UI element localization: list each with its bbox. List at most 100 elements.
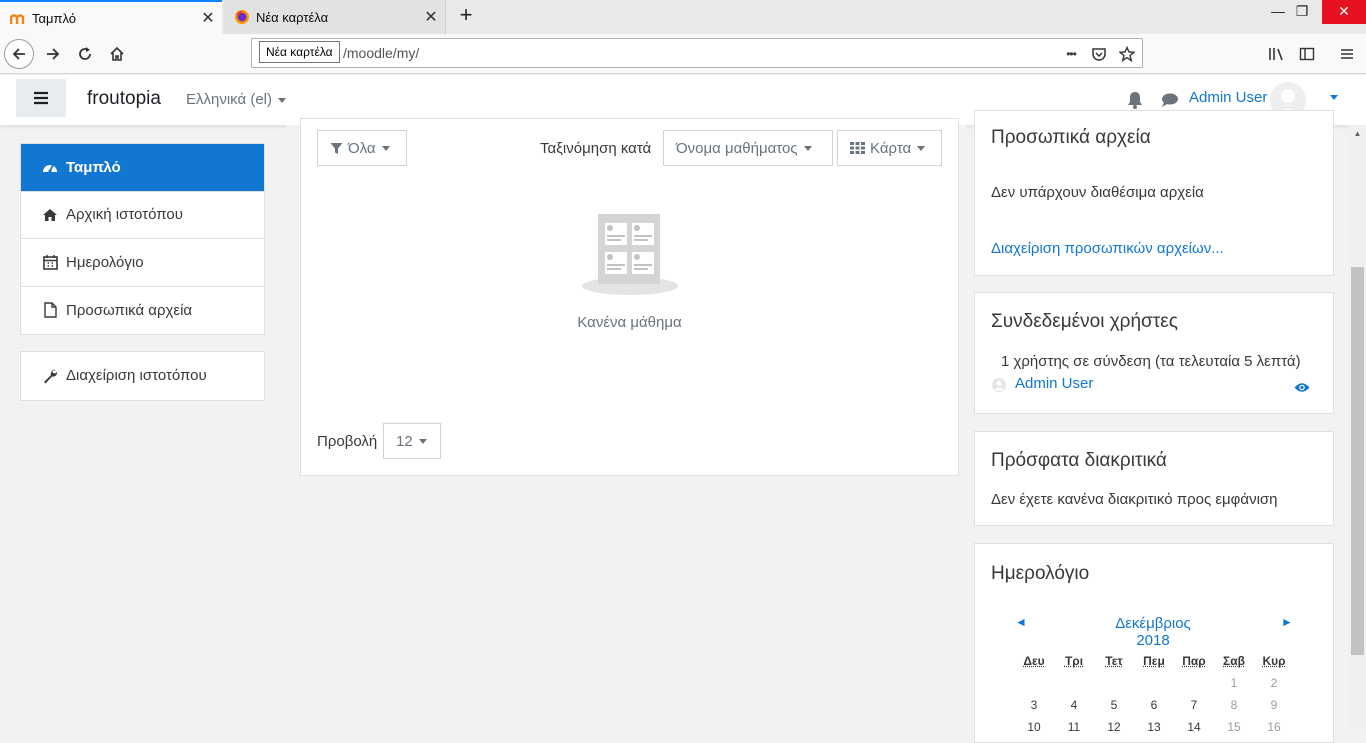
weekday: Τετ xyxy=(1105,654,1123,668)
filter-dropdown[interactable]: Όλα xyxy=(317,130,407,166)
back-arrow-icon[interactable] xyxy=(4,39,34,69)
filter-icon xyxy=(330,142,343,155)
calendar-day[interactable]: 3 xyxy=(1014,698,1054,712)
online-summary: 1 χρήστης σε σύνδεση (τα τελευταία 5 λεπ… xyxy=(1001,353,1301,370)
calendar-day[interactable]: 6 xyxy=(1134,698,1174,712)
calendar-day[interactable]: 12 xyxy=(1094,720,1134,734)
sidebar-icon[interactable] xyxy=(1292,39,1322,69)
weekday: Παρ xyxy=(1182,654,1206,668)
close-icon[interactable]: ✕ xyxy=(417,7,445,27)
calendar-grid: Δευ Τρι Τετ Πεμ Παρ Σαβ Κυρ 1 2 3 4 5 6 … xyxy=(1014,650,1294,738)
nav-drawer-admin: Διαχείριση ιστοτόπου xyxy=(20,351,265,401)
filter-label: Όλα xyxy=(348,139,376,157)
scroll-up-arrow-icon[interactable]: ▲ xyxy=(1349,125,1366,142)
calendar-day[interactable]: 7 xyxy=(1174,698,1214,712)
nav-item-calendar[interactable]: Ημερολόγιο xyxy=(21,239,264,287)
scrollbar-thumb[interactable] xyxy=(1351,267,1364,655)
calendar-day[interactable]: 10 xyxy=(1014,720,1054,734)
drawer-toggle-button[interactable] xyxy=(16,79,66,117)
page-size-dropdown[interactable]: 12 xyxy=(383,423,441,459)
block-title: Ημερολόγιο xyxy=(991,563,1090,584)
nav-item-label: Ημερολόγιο xyxy=(66,253,144,271)
tab-title: Ταμπλό xyxy=(32,10,77,26)
no-courses-illustration-icon xyxy=(580,212,680,298)
reload-icon[interactable] xyxy=(70,39,100,69)
calendar-day[interactable]: 9 xyxy=(1254,698,1294,712)
restore-icon[interactable]: ❐ xyxy=(1280,0,1324,24)
calendar-day[interactable]: 1 xyxy=(1214,676,1254,690)
library-icon[interactable] xyxy=(1262,39,1292,69)
chevron-down-icon xyxy=(917,145,926,151)
weekday: Σαβ xyxy=(1223,654,1245,668)
site-name-link[interactable]: froutopia xyxy=(87,88,161,110)
chevron-down-icon xyxy=(278,97,287,103)
nav-item-label: Αρχική ιστοτόπου xyxy=(66,206,183,224)
dashboard-icon xyxy=(41,158,59,176)
calendar-day[interactable]: 5 xyxy=(1094,698,1134,712)
calendar-day[interactable]: 15 xyxy=(1214,720,1254,734)
block-text: Δεν έχετε κανένα διακριτικό προς εμφάνισ… xyxy=(991,491,1278,508)
view-dropdown[interactable]: Κάρτα xyxy=(837,130,942,166)
manage-files-link[interactable]: Διαχείριση προσωπικών αρχείων... xyxy=(991,240,1224,257)
calendar-icon xyxy=(41,253,59,271)
next-month-arrow-icon[interactable]: ► xyxy=(1281,615,1293,629)
calendar-month-link[interactable]: Δεκέμβριος 2018 xyxy=(1097,615,1209,649)
weekday: Τρι xyxy=(1064,654,1084,668)
online-user-link[interactable]: Admin User xyxy=(1015,375,1093,392)
hamburger-icon xyxy=(34,91,48,105)
close-icon[interactable]: ✕ xyxy=(194,8,222,28)
page-actions-icon[interactable]: ••• xyxy=(1062,45,1080,63)
home-icon[interactable] xyxy=(102,39,132,69)
tab-new-tab[interactable]: Νέα καρτέλα ✕ xyxy=(224,0,446,34)
browser-tab-bar: Ταμπλό ✕ Νέα καρτέλα ✕ + — ❐ ✕ xyxy=(0,0,1366,34)
block-title: Πρόσφατα διακριτικά xyxy=(991,450,1167,471)
page-scrollbar[interactable]: ▲ xyxy=(1349,125,1366,728)
calendar-day[interactable]: 14 xyxy=(1174,720,1214,734)
pocket-icon[interactable] xyxy=(1090,45,1108,63)
calendar-week-row: 3 4 5 6 7 8 9 xyxy=(1014,694,1294,716)
calendar-week-row: 10 11 12 13 14 15 16 xyxy=(1014,716,1294,738)
wrench-icon xyxy=(41,367,59,385)
empty-state-text: Κανένα μάθημα xyxy=(577,314,682,331)
nav-item-label: Διαχείριση ιστοτόπου xyxy=(66,367,207,385)
block-text: Δεν υπάρχουν διαθέσιμα αρχεία xyxy=(991,184,1204,201)
calendar-day[interactable]: 4 xyxy=(1054,698,1094,712)
chevron-down-icon xyxy=(803,145,812,151)
sort-label: Ταξινόμηση κατά xyxy=(540,140,652,157)
eye-icon[interactable] xyxy=(1294,380,1310,398)
nav-item-dashboard[interactable]: Ταμπλό xyxy=(21,144,264,192)
block-title: Προσωπικά αρχεία xyxy=(991,127,1151,148)
block-recent-badges: Πρόσφατα διακριτικά Δεν έχετε κανένα δια… xyxy=(974,431,1334,526)
tab-dashboard[interactable]: Ταμπλό ✕ xyxy=(0,0,222,34)
prev-month-arrow-icon[interactable]: ◄ xyxy=(1015,615,1027,629)
calendar-day[interactable]: 2 xyxy=(1254,676,1294,690)
tab-title: Νέα καρτέλα xyxy=(256,9,329,25)
nav-item-site-admin[interactable]: Διαχείριση ιστοτόπου xyxy=(21,352,264,400)
user-menu-name[interactable]: Admin User xyxy=(1189,89,1267,106)
calendar-day[interactable]: 11 xyxy=(1054,720,1094,734)
browser-nav-bar: Νέα καρτέλα /moodle/my/ ••• xyxy=(0,34,1366,74)
calendar-day[interactable]: 16 xyxy=(1254,720,1294,734)
new-tab-plus-icon[interactable]: + xyxy=(454,4,478,28)
sort-value: Όνομα μαθήματος xyxy=(676,139,798,157)
tooltip: Νέα καρτέλα xyxy=(259,41,340,63)
block-online-users: Συνδεδεμένοι χρήστες 1 χρήστης σε σύνδεσ… xyxy=(974,292,1334,414)
bookmark-star-icon[interactable] xyxy=(1118,45,1136,63)
calendar-day[interactable]: 8 xyxy=(1214,698,1254,712)
calendar-day[interactable]: 13 xyxy=(1134,720,1174,734)
chevron-down-icon[interactable] xyxy=(1330,95,1338,100)
url-text[interactable]: /moodle/my/ xyxy=(343,45,419,61)
file-icon xyxy=(41,301,59,319)
forward-arrow-icon[interactable] xyxy=(38,39,68,69)
user-avatar-icon xyxy=(992,378,1006,397)
nav-item-private-files[interactable]: Προσωπικά αρχεία xyxy=(21,287,264,335)
window-close-icon[interactable]: ✕ xyxy=(1322,0,1366,24)
address-bar[interactable]: Νέα καρτέλα /moodle/my/ ••• xyxy=(251,38,1143,68)
sort-dropdown[interactable]: Όνομα μαθήματος xyxy=(663,130,833,166)
page-size-value: 12 xyxy=(396,432,413,450)
hamburger-menu-icon[interactable] xyxy=(1332,39,1362,69)
calendar-weekday-row: Δευ Τρι Τετ Πεμ Παρ Σαβ Κυρ xyxy=(1014,650,1294,672)
weekday: Δευ xyxy=(1023,654,1045,668)
nav-item-site-home[interactable]: Αρχική ιστοτόπου xyxy=(21,192,264,239)
language-menu[interactable]: Ελληνικά (el) xyxy=(186,91,287,108)
